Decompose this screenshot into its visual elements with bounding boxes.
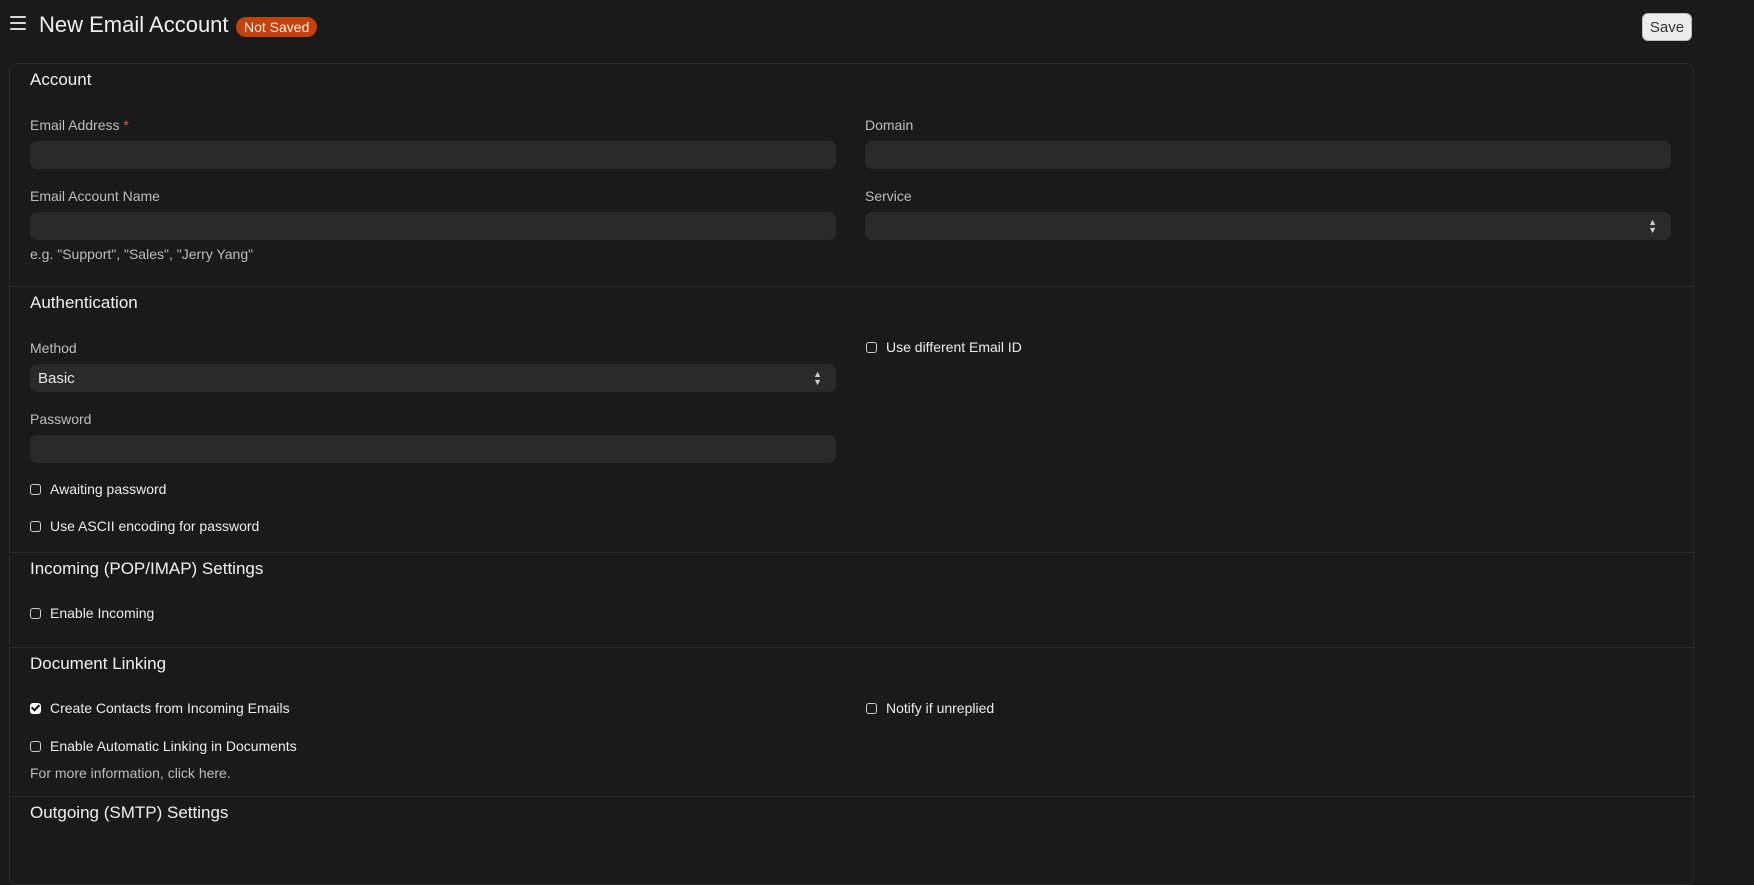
status-badge: Not Saved (236, 17, 318, 37)
use-different-email-checkbox[interactable]: Use different Email ID (866, 339, 1022, 355)
checkbox-label: Enable Incoming (50, 605, 155, 621)
checkbox-label: Notify if unreplied (886, 700, 995, 716)
email-account-name-label: Email Account Name (30, 188, 160, 204)
checkbox-box[interactable] (30, 483, 41, 495)
page-header: New Email Account Not Saved Save (0, 0, 1754, 56)
checkbox-box[interactable] (866, 702, 877, 714)
checkmark-icon[interactable] (30, 702, 41, 714)
section-title-account: Account (30, 70, 92, 89)
email-account-name-help: e.g. "Support", "Sales", "Jerry Yang" (30, 246, 254, 262)
checkbox-label: Use different Email ID (886, 339, 1022, 355)
page-title: New Email Account (39, 12, 229, 37)
up-down-chevron-icon: ▲ ▼ (813, 369, 822, 387)
more-info-link[interactable]: For more information, click here. (30, 765, 231, 781)
section-divider (10, 552, 1693, 553)
checkbox-label: Awaiting password (50, 481, 167, 497)
email-account-name-input[interactable] (30, 212, 836, 240)
checkbox-box[interactable] (30, 520, 41, 532)
email-account-form: Account Email Address * Domain Email Acc… (9, 63, 1694, 885)
notify-unreplied-checkbox[interactable]: Notify if unreplied (866, 700, 994, 716)
automatic-linking-checkbox[interactable]: Enable Automatic Linking in Documents (30, 738, 297, 754)
section-title-outgoing: Outgoing (SMTP) Settings (30, 803, 229, 822)
checkbox-label: Use ASCII encoding for password (50, 518, 260, 534)
up-down-chevron-icon: ▲ ▼ (1648, 217, 1657, 235)
section-divider (10, 286, 1693, 287)
section-divider (10, 647, 1693, 648)
save-button[interactable]: Save (1642, 13, 1692, 41)
required-marker: * (123, 117, 129, 133)
password-label: Password (30, 411, 92, 427)
checkbox-label: Create Contacts from Incoming Emails (50, 700, 290, 716)
password-input[interactable] (30, 435, 836, 463)
service-select[interactable]: ▲ ▼ (865, 212, 1671, 240)
checkbox-box[interactable] (866, 341, 877, 353)
hamburger-menu-icon[interactable] (10, 16, 26, 30)
service-label: Service (865, 188, 912, 204)
create-contacts-checkbox[interactable]: Create Contacts from Incoming Emails (30, 700, 290, 716)
email-address-label: Email Address * (30, 117, 129, 133)
domain-label: Domain (865, 117, 914, 133)
method-select[interactable]: Basic ▲ ▼ (30, 364, 836, 392)
ascii-encoding-checkbox[interactable]: Use ASCII encoding for password (30, 518, 259, 534)
section-title-document-linking: Document Linking (30, 654, 167, 673)
domain-input[interactable] (865, 141, 1671, 169)
section-title-incoming: Incoming (POP/IMAP) Settings (30, 559, 264, 578)
section-divider (10, 796, 1693, 797)
checkbox-label: Enable Automatic Linking in Documents (50, 738, 297, 754)
enable-incoming-checkbox[interactable]: Enable Incoming (30, 605, 154, 621)
checkbox-box[interactable] (30, 740, 41, 752)
awaiting-password-checkbox[interactable]: Awaiting password (30, 481, 166, 497)
checkbox-box[interactable] (30, 607, 41, 619)
section-title-authentication: Authentication (30, 293, 138, 312)
email-address-input[interactable] (30, 141, 836, 169)
method-label: Method (30, 340, 77, 356)
